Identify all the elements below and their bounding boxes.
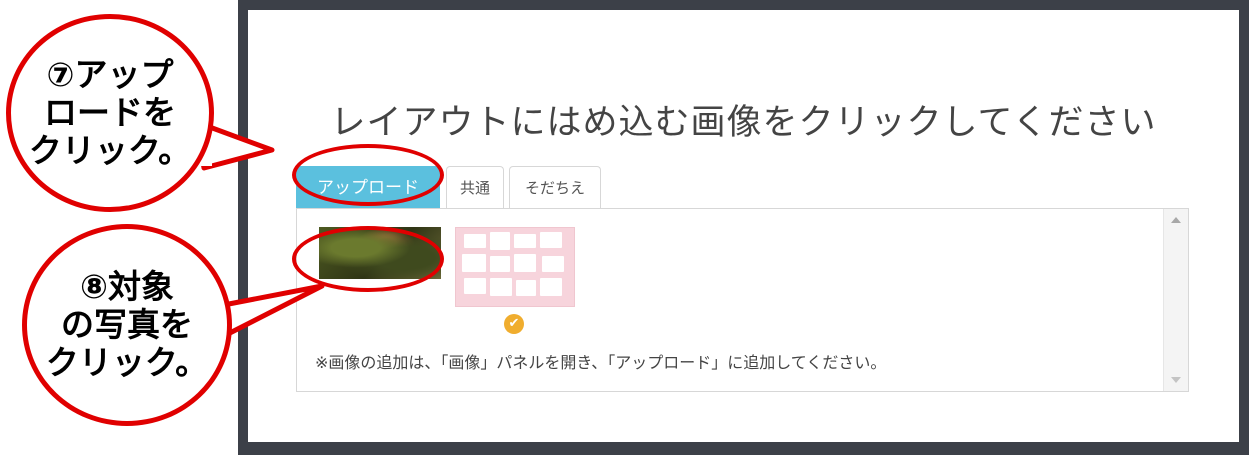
callout-step-7: ⑦アップ ロードを クリック。 (6, 14, 214, 212)
callout-8-line-1: ⑧対象 (80, 267, 174, 307)
highlight-upload-tab (292, 144, 444, 206)
callout-7-line-3: クリック。 (28, 130, 192, 170)
callout-step-8: ⑧対象 の写真を クリック。 (22, 224, 232, 426)
callout-7-line-1: ⑦アップ (46, 55, 174, 95)
callout-7-line-2: ロードを (44, 93, 176, 133)
highlight-photo (292, 226, 444, 292)
callout-8-line-2: の写真を (61, 305, 193, 345)
callout-8-line-3: クリック。 (45, 342, 209, 382)
